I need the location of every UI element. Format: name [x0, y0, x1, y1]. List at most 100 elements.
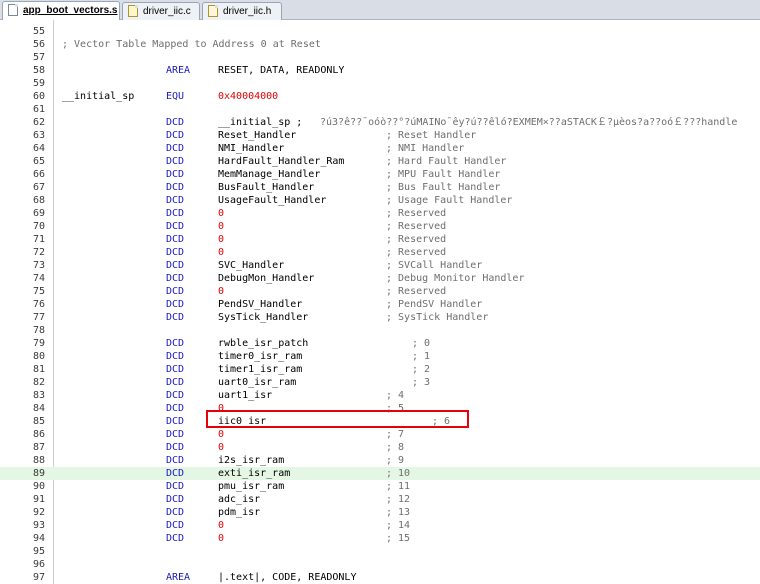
code-line[interactable]: 93 DCD 0 ; 14 [0, 519, 760, 532]
line-number: 89 [32, 468, 45, 479]
code-line[interactable]: 89 DCD exti_isr_ram ; 10 [0, 467, 760, 480]
code-comment: ; MPU Fault Handler [386, 169, 501, 180]
code-line[interactable]: 59 [0, 77, 760, 90]
code-line[interactable]: 96 [0, 558, 760, 571]
code-number: 0 [218, 533, 225, 544]
code-line[interactable]: 87 DCD 0 ; 8 [0, 441, 760, 454]
code-line[interactable]: 92 DCD pdm_isr ; 13 [0, 506, 760, 519]
code-number: 0 [218, 247, 225, 258]
code-line[interactable]: 90 DCD pmu_isr_ram ; 11 [0, 480, 760, 493]
code-line[interactable]: 73 DCD SVC_Handler ; SVCall Handler [0, 259, 760, 272]
line-number: 91 [32, 494, 45, 505]
code-line[interactable]: 88 DCD i2s_isr_ram ; 9 [0, 454, 760, 467]
code-line[interactable]: 83 DCD uart1_isr ; 4 [0, 389, 760, 402]
code-comment: ; Reserved [386, 208, 447, 219]
code-line[interactable]: 63 DCD Reset_Handler ; Reset Handler [0, 129, 760, 142]
line-number: 77 [32, 312, 45, 323]
line-number: 96 [32, 559, 45, 570]
line-number: 60 [32, 91, 45, 102]
line-number: 86 [32, 429, 45, 440]
line-number: 76 [32, 299, 45, 310]
code-line[interactable]: 84 DCD 0 ; 5 [0, 402, 760, 415]
code-directive: DCD [166, 299, 185, 310]
code-comment: ; PendSV Handler [386, 299, 483, 310]
code-operand: adc_isr [218, 494, 261, 505]
code-line[interactable]: 86 DCD 0 ; 7 [0, 428, 760, 441]
code-number: 0 [218, 403, 225, 414]
code-line[interactable]: 76 DCD PendSV_Handler ; PendSV Handler [0, 298, 760, 311]
code-line[interactable]: 91 DCD adc_isr ; 12 [0, 493, 760, 506]
code-line[interactable]: 71 DCD 0 ; Reserved [0, 233, 760, 246]
code-line[interactable]: 68 DCD UsageFault_Handler ; Usage Fault Han… [0, 194, 760, 207]
code-operand: BusFault_Handler [218, 182, 315, 193]
line-number: 56 [32, 39, 45, 50]
code-directive: DCD [166, 338, 185, 349]
code-operand: DebugMon_Handler [218, 273, 315, 284]
code-line[interactable]: 60 __initial_sp EQU 0x40004000 [0, 90, 760, 103]
code-comment: ; SysTick Handler [386, 312, 489, 323]
line-number: 87 [32, 442, 45, 453]
code-line[interactable]: 56 ; Vector Table Mapped to Address 0 at … [0, 38, 760, 51]
code-directive: EQU [166, 91, 185, 102]
code-directive: DCD [166, 273, 185, 284]
code-editor[interactable]: 55 56 ; Vector Table Mapped to Address 0 a… [0, 22, 760, 584]
code-comment: ; 14 [386, 520, 411, 531]
line-number: 75 [32, 286, 45, 297]
code-line[interactable]: 85 DCD iic0_isr ; 6 [0, 415, 760, 428]
code-line[interactable]: 66 DCD MemManage_Handler ; MPU Fault Handle… [0, 168, 760, 181]
code-number: 0 [218, 442, 225, 453]
code-line[interactable]: 94 DCD 0 ; 15 [0, 532, 760, 545]
code-directive: DCD [166, 247, 185, 258]
code-line[interactable]: 95 [0, 545, 760, 558]
code-directive: DCD [166, 286, 185, 297]
tab-driver-iic-h[interactable]: driver_iic.h [202, 2, 282, 20]
code-comment: ; Reserved [386, 234, 447, 245]
code-label: __initial_sp [62, 91, 135, 102]
code-line[interactable]: 81 DCD timer1_isr_ram ; 2 [0, 363, 760, 376]
code-comment: ; 11 [386, 481, 411, 492]
code-line[interactable]: 65 DCD HardFault_Handler_Ram ; Hard Fault H… [0, 155, 760, 168]
code-line[interactable]: 64 DCD NMI_Handler ; NMI Handler [0, 142, 760, 155]
code-line[interactable]: 97 AREA |.text|, CODE, READONLY [0, 571, 760, 584]
code-comment: ; Reset Handler [386, 130, 477, 141]
code-line[interactable]: 77 DCD SysTick_Handler ; SysTick Handler [0, 311, 760, 324]
code-line[interactable]: 55 [0, 25, 760, 38]
code-line[interactable]: 72 DCD 0 ; Reserved [0, 246, 760, 259]
line-number: 61 [32, 104, 45, 115]
code-directive: AREA [166, 572, 191, 583]
code-line[interactable]: 75 DCD 0 ; Reserved [0, 285, 760, 298]
code-line[interactable]: 69 DCD 0 ; Reserved [0, 207, 760, 220]
code-comment: ; 1 [412, 351, 431, 362]
tab-label: driver_iic.c [143, 6, 191, 17]
code-line[interactable]: 70 DCD 0 ; Reserved [0, 220, 760, 233]
code-line[interactable]: 82 DCD uart0_isr_ram ; 3 [0, 376, 760, 389]
line-number: 66 [32, 169, 45, 180]
code-line[interactable]: 62 DCD __initial_sp ; ?ú3?ê??¯oóò??°?úMAINo… [0, 116, 760, 129]
line-number: 67 [32, 182, 45, 193]
editor-tab-bar: app_boot_vectors.s driver_iic.c driver_iic… [0, 0, 760, 20]
tab-driver-iic-c[interactable]: driver_iic.c [122, 2, 200, 20]
line-number: 79 [32, 338, 45, 349]
code-line[interactable]: 79 DCD rwble_isr_patch ; 0 [0, 337, 760, 350]
code-directive: DCD [166, 169, 185, 180]
code-line[interactable]: 67 DCD BusFault_Handler ; Bus Fault Handler [0, 181, 760, 194]
line-number: 62 [32, 117, 45, 128]
code-line[interactable]: 61 [0, 103, 760, 116]
code-line[interactable]: 57 [0, 51, 760, 64]
code-comment: ; 5 [386, 403, 405, 414]
code-line[interactable]: 78 [0, 324, 760, 337]
code-line[interactable]: 80 DCD timer0_isr_ram ; 1 [0, 350, 760, 363]
line-number: 92 [32, 507, 45, 518]
code-number: 0 [218, 286, 225, 297]
code-operand: RESET, DATA, READONLY [218, 65, 345, 76]
code-line[interactable]: 58 AREA RESET, DATA, READONLY [0, 64, 760, 77]
line-number: 63 [32, 130, 45, 141]
line-number: 84 [32, 403, 45, 414]
code-directive: DCD [166, 403, 185, 414]
code-comment: ; 8 [386, 442, 405, 453]
code-line[interactable]: 74 DCD DebugMon_Handler ; Debug Monitor Han… [0, 272, 760, 285]
tab-app-boot-vectors-s[interactable]: app_boot_vectors.s [2, 1, 120, 20]
line-number: 70 [32, 221, 45, 232]
code-comment: ; 9 [386, 455, 405, 466]
line-number: 90 [32, 481, 45, 492]
